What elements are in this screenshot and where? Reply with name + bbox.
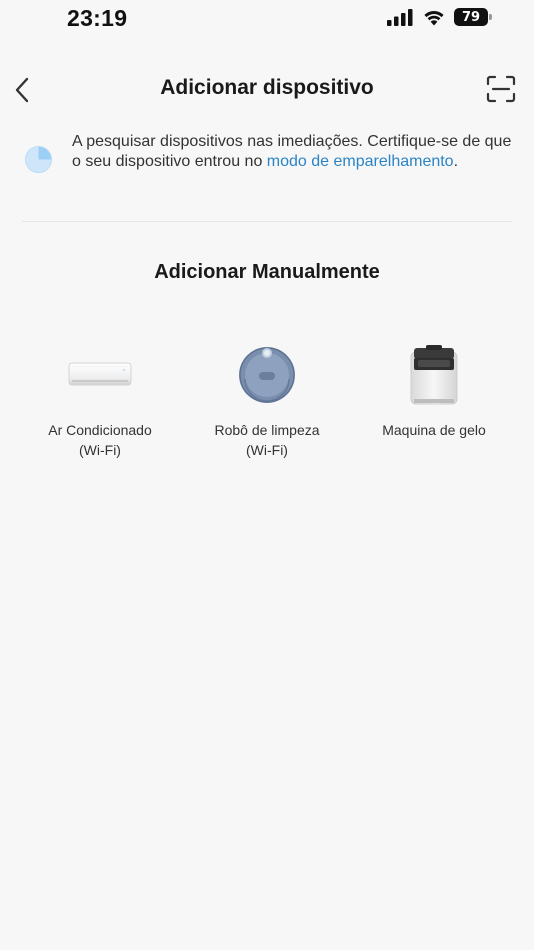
searching-message: A pesquisar dispositivos nas imediações.… [72, 132, 512, 172]
pairing-mode-link[interactable]: modo de emparelhamento [267, 153, 454, 170]
searching-message-end: . [453, 153, 459, 170]
add-device-screen: 23:19 79 Adicionar dispositivo A pesquis… [0, 0, 534, 950]
manual-section-title: Adicionar Manualmente [154, 261, 380, 283]
device-label: Maquina de gelo [382, 420, 486, 440]
radar-search-icon [24, 145, 53, 174]
device-label: Ar Condicionado (Wi-Fi) [48, 420, 152, 460]
scan-icon [486, 75, 516, 103]
ice-machine-icon [399, 340, 469, 410]
scan-button[interactable] [486, 74, 516, 104]
device-grid: Ar Condicionado (Wi-Fi) Robô de limpeza … [17, 340, 517, 460]
device-label-line2: (Wi-Fi) [246, 442, 288, 458]
device-label: Robô de limpeza (Wi-Fi) [214, 420, 319, 460]
device-item-robot-vacuum[interactable]: Robô de limpeza (Wi-Fi) [184, 340, 350, 460]
device-label-line2: (Wi-Fi) [79, 442, 121, 458]
device-label-line1: Robô de limpeza [214, 422, 320, 438]
status-icons: 79 [386, 8, 492, 26]
battery-level: 79 [461, 9, 481, 25]
robot-vacuum-icon [232, 340, 302, 410]
device-item-air-conditioner[interactable]: Ar Condicionado (Wi-Fi) [17, 340, 183, 460]
device-label-line1: Maquina de gelo [382, 422, 486, 438]
wifi-icon [424, 11, 444, 26]
device-item-ice-machine[interactable]: Maquina de gelo [351, 340, 517, 460]
status-bar: 23:19 79 [0, 0, 534, 40]
page-title: Adicionar dispositivo [160, 76, 374, 99]
battery-icon: 79 [454, 8, 492, 26]
divider [22, 221, 512, 222]
status-time: 23:19 [67, 5, 128, 31]
searching-banner: A pesquisar dispositivos nas imediações.… [22, 128, 512, 194]
device-label-line1: Ar Condicionado [48, 422, 152, 438]
cellular-signal-icon [387, 9, 413, 26]
air-conditioner-icon [65, 340, 135, 410]
battery-cap [489, 14, 492, 20]
nav-bar: Adicionar dispositivo [0, 66, 534, 114]
